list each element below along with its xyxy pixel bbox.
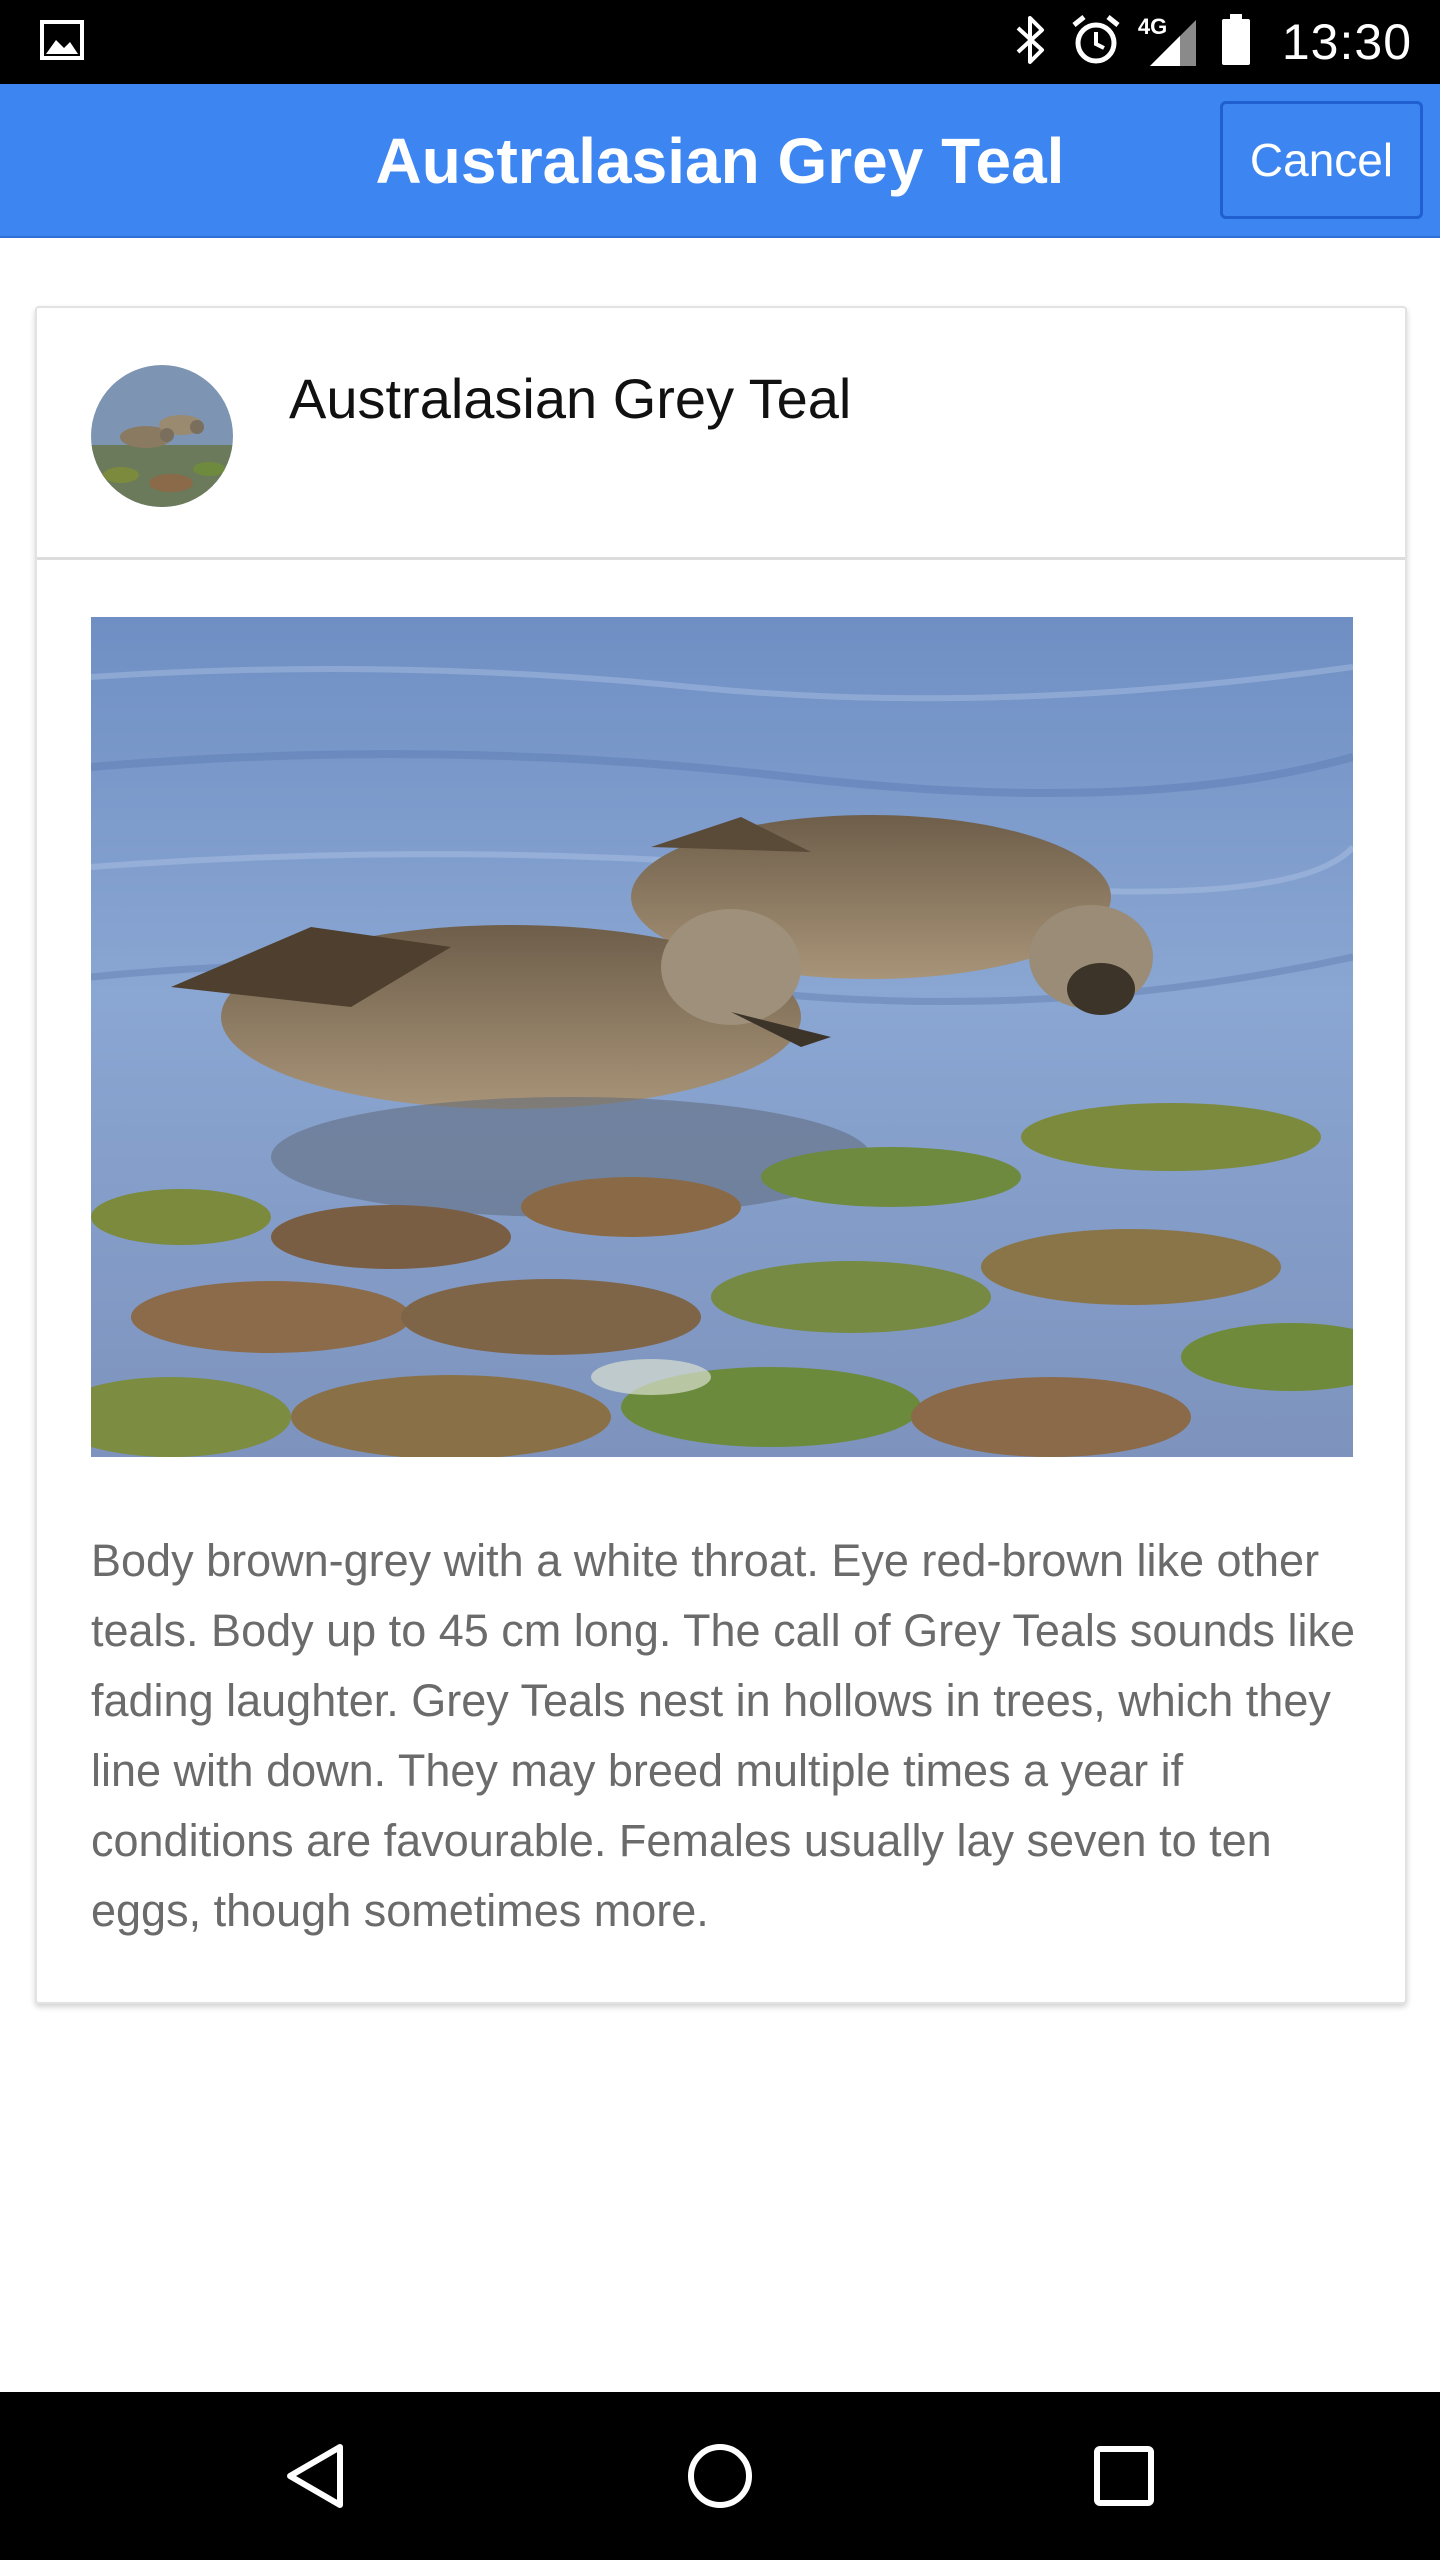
status-time: 13:30 bbox=[1281, 14, 1412, 70]
species-description: Body brown-grey with a white throat. Eye… bbox=[91, 1535, 1356, 1936]
network-type-label: 4G bbox=[1137, 14, 1168, 39]
species-avatar bbox=[91, 365, 233, 507]
bluetooth-icon bbox=[1014, 14, 1048, 71]
card-title: Australasian Grey Teal bbox=[289, 367, 852, 430]
image-notification-icon bbox=[40, 19, 84, 65]
species-card: Australasian Grey Teal Body brown-grey w… bbox=[35, 306, 1407, 2004]
cancel-button[interactable]: Cancel bbox=[1220, 101, 1423, 219]
app-bar: Australasian Grey Teal Cancel bbox=[0, 84, 1440, 238]
cell-signal-icon: 4G bbox=[1138, 14, 1198, 68]
screen: 4G 13:30 Australasian Grey Teal Cancel A… bbox=[0, 0, 1440, 2560]
card-header: Australasian Grey Teal bbox=[37, 308, 1405, 560]
back-icon[interactable] bbox=[266, 2426, 366, 2526]
species-photo bbox=[91, 617, 1353, 1457]
battery-icon bbox=[1220, 13, 1252, 71]
home-icon[interactable] bbox=[670, 2426, 770, 2526]
alarm-icon bbox=[1070, 14, 1122, 71]
navigation-bar bbox=[0, 2392, 1440, 2560]
recents-icon[interactable] bbox=[1074, 2426, 1174, 2526]
status-bar: 4G 13:30 bbox=[0, 0, 1440, 84]
